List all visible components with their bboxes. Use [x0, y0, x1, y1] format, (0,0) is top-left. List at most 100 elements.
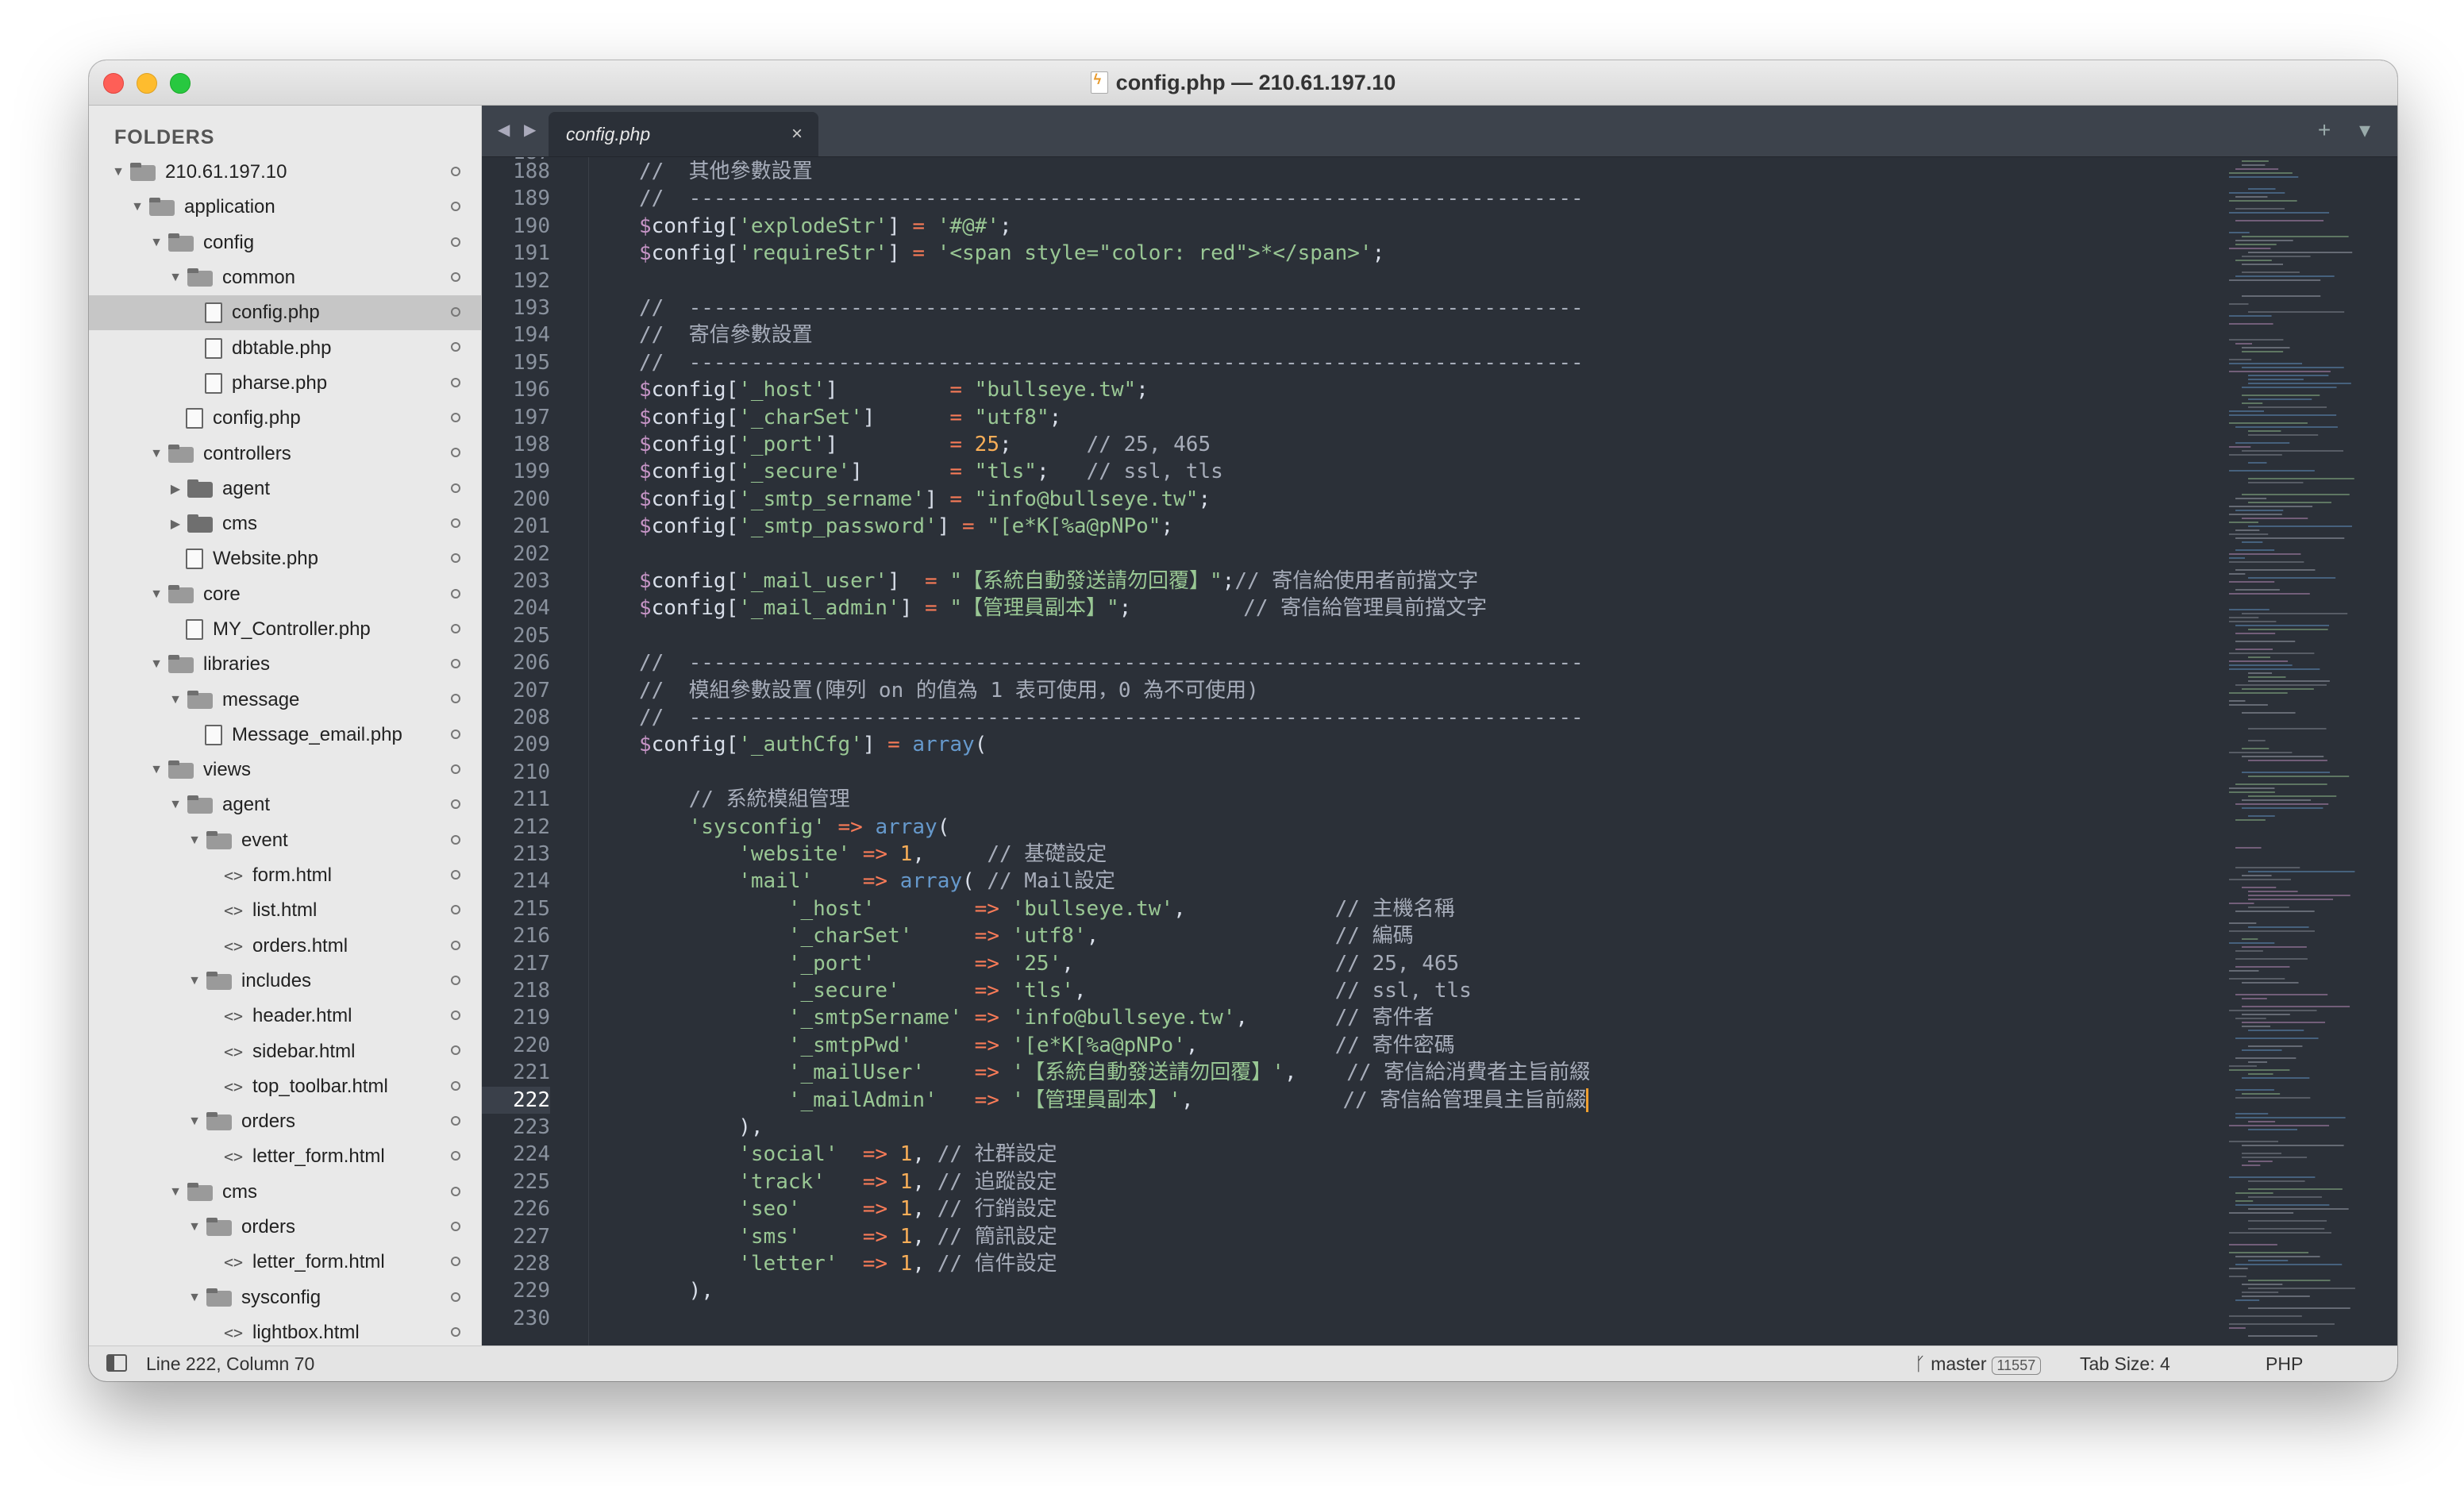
disclosure-open-icon[interactable]: ▼: [187, 974, 202, 988]
code-line[interactable]: 227 'sms' => 1, // 簡訊設定: [482, 1223, 2276, 1250]
code-line[interactable]: 224 'social' => 1, // 社群設定: [482, 1141, 2276, 1168]
code-line[interactable]: 192: [482, 268, 2276, 295]
maximize-window-button[interactable]: [170, 73, 191, 94]
code-line[interactable]: 218 '_secure' => 'tls', // ssl, tls: [482, 977, 2276, 1004]
code-line[interactable]: 211 // 系統模組管理: [482, 786, 2276, 813]
disclosure-closed-icon[interactable]: ▶: [168, 481, 183, 497]
disclosure-open-icon[interactable]: ▼: [187, 833, 202, 848]
tab-size-selector[interactable]: Tab Size: 4: [2080, 1353, 2170, 1375]
tree-file[interactable]: config.php: [89, 401, 481, 436]
code-line[interactable]: 216 '_charSet' => 'utf8', // 編碼: [482, 922, 2276, 949]
tree-file[interactable]: <> form.html: [89, 858, 481, 893]
code-line[interactable]: 204 $config['_mail_admin'] = "【管理員副本】"; /…: [482, 595, 2276, 622]
disclosure-open-icon[interactable]: ▼: [187, 1114, 202, 1129]
code-line[interactable]: 222 '_mailAdmin' => '【管理員副本】', // 寄信給管理員…: [482, 1086, 2276, 1114]
code-line[interactable]: 209 $config['_authCfg'] = array(: [482, 731, 2276, 758]
tree-file[interactable]: <> letter_form.html: [89, 1139, 481, 1174]
tree-folder[interactable]: ▼ includes: [89, 964, 481, 999]
tab-nav-arrows-icon[interactable]: ◀ ▶: [498, 120, 541, 140]
tree-file[interactable]: <> sidebar.html: [89, 1034, 481, 1068]
code-line[interactable]: 191 $config['requireStr'] = '<span style=…: [482, 240, 2276, 267]
code-line[interactable]: 220 '_smtpPwd' => '[e*K[%a@pNPo', // 寄件密…: [482, 1032, 2276, 1059]
code-line[interactable]: 197 $config['_charSet'] = "utf8";: [482, 404, 2276, 431]
tree-folder[interactable]: ▼ event: [89, 823, 481, 858]
syntax-selector[interactable]: PHP: [2266, 1353, 2303, 1375]
code-line[interactable]: 196 $config['_host'] = "bullseye.tw";: [482, 376, 2276, 403]
disclosure-open-icon[interactable]: ▼: [168, 693, 183, 707]
tree-folder[interactable]: ▼ cms: [89, 1175, 481, 1210]
new-tab-and-menu-icon[interactable]: + ▾: [2318, 117, 2381, 143]
tree-file[interactable]: <> lightbox.html: [89, 1315, 481, 1346]
code-line[interactable]: 200 $config['_smtp_sername'] = "info@bull…: [482, 486, 2276, 513]
tree-file[interactable]: dbtable.php: [89, 330, 481, 365]
code-line[interactable]: 217 '_port' => '25', // 25, 465: [482, 950, 2276, 977]
code-line[interactable]: 198 $config['_port'] = 25; // 25, 465: [482, 431, 2276, 458]
tree-file[interactable]: <> list.html: [89, 893, 481, 928]
disclosure-open-icon[interactable]: ▼: [149, 587, 164, 602]
code-line[interactable]: 225 'track' => 1, // 追蹤設定: [482, 1168, 2276, 1195]
code-line[interactable]: 213 'website' => 1, // 基礎設定: [482, 841, 2276, 868]
git-branch[interactable]: ᚴ master 11557: [1915, 1353, 2042, 1375]
tree-folder[interactable]: ▼ views: [89, 753, 481, 787]
code-line[interactable]: 203 $config['_mail_user'] = "【系統自動發送請勿回覆】…: [482, 568, 2276, 595]
disclosure-open-icon[interactable]: ▼: [149, 236, 164, 250]
tree-folder[interactable]: ▼ common: [89, 260, 481, 295]
tree-folder[interactable]: ▶ cms: [89, 506, 481, 541]
disclosure-open-icon[interactable]: ▼: [168, 271, 183, 285]
code-line[interactable]: 210: [482, 759, 2276, 786]
code-line[interactable]: 226 'seo' => 1, // 行銷設定: [482, 1195, 2276, 1222]
code-line[interactable]: 205: [482, 622, 2276, 649]
minimap[interactable]: [2224, 157, 2375, 1346]
code-line[interactable]: 212 'sysconfig' => array(: [482, 814, 2276, 841]
code-line[interactable]: 229 ),: [482, 1277, 2276, 1304]
code-line[interactable]: 207 // 模組參數設置(陣列 on 的值為 1 表可使用，0 為不可使用): [482, 677, 2276, 704]
tab-close-icon[interactable]: ×: [791, 123, 803, 145]
disclosure-open-icon[interactable]: ▼: [149, 763, 164, 777]
tree-file[interactable]: Website.php: [89, 541, 481, 576]
tree-file[interactable]: <> header.html: [89, 999, 481, 1034]
tree-file[interactable]: Message_email.php: [89, 718, 481, 753]
disclosure-open-icon[interactable]: ▼: [111, 165, 125, 179]
code-line[interactable]: 201 $config['_smtp_password'] = "[e*K[%a@…: [482, 513, 2276, 540]
minimize-window-button[interactable]: [137, 73, 157, 94]
disclosure-closed-icon[interactable]: ▶: [168, 516, 183, 532]
code-line[interactable]: 215 '_host' => 'bullseye.tw', // 主機名稱: [482, 895, 2276, 922]
code-line[interactable]: 221 '_mailUser' => '【系統自動發送請勿回覆】', // 寄信…: [482, 1059, 2276, 1086]
tree-folder[interactable]: ▶ agent: [89, 472, 481, 506]
tree-folder[interactable]: ▼ orders: [89, 1210, 481, 1245]
code-line[interactable]: 223 ),: [482, 1114, 2276, 1141]
disclosure-open-icon[interactable]: ▼: [168, 1185, 183, 1199]
toggle-sidebar-icon[interactable]: [106, 1354, 127, 1372]
tree-folder[interactable]: ▼ application: [89, 190, 481, 225]
tree-folder[interactable]: ▼ core: [89, 577, 481, 612]
tree-folder[interactable]: ▼ message: [89, 682, 481, 717]
close-window-button[interactable]: [103, 73, 124, 94]
tab-config-php[interactable]: config.php ×: [549, 112, 818, 156]
tree-folder[interactable]: ▼ sysconfig: [89, 1280, 481, 1315]
code-area[interactable]: 187188// 其他參數設置189// -------------------…: [482, 157, 2276, 1346]
tree-file[interactable]: MY_Controller.php: [89, 612, 481, 647]
code-line[interactable]: 228 'letter' => 1, // 信件設定: [482, 1250, 2276, 1277]
disclosure-open-icon[interactable]: ▼: [149, 657, 164, 672]
tree-folder[interactable]: ▼ 210.61.197.10: [89, 155, 481, 190]
code-line[interactable]: 230: [482, 1305, 2276, 1332]
code-line[interactable]: 189 // ----------------------------------…: [482, 185, 2276, 212]
disclosure-open-icon[interactable]: ▼: [149, 447, 164, 461]
tree-folder[interactable]: ▼ controllers: [89, 436, 481, 471]
tree-file[interactable]: pharse.php: [89, 366, 481, 401]
disclosure-open-icon[interactable]: ▼: [168, 798, 183, 812]
disclosure-open-icon[interactable]: ▼: [187, 1291, 202, 1305]
code-line[interactable]: 193 // ----------------------------------…: [482, 295, 2276, 321]
code-line[interactable]: 199 $config['_secure'] = "tls"; // ssl, t…: [482, 458, 2276, 485]
tree-folder[interactable]: ▼ libraries: [89, 647, 481, 682]
disclosure-open-icon[interactable]: ▼: [187, 1220, 202, 1234]
tree-file[interactable]: <> top_toolbar.html: [89, 1069, 481, 1104]
code-line[interactable]: 208 // ----------------------------------…: [482, 704, 2276, 731]
code-line[interactable]: 190 $config['explodeStr'] = '#@#';: [482, 213, 2276, 240]
tree-folder[interactable]: ▼ agent: [89, 787, 481, 822]
code-line[interactable]: 214 'mail' => array( // Mail設定: [482, 868, 2276, 895]
code-editor[interactable]: 187188// 其他參數設置189// -------------------…: [482, 157, 2397, 1346]
tree-folder[interactable]: ▼ orders: [89, 1104, 481, 1139]
code-line[interactable]: 202: [482, 541, 2276, 568]
code-line[interactable]: 206 // ----------------------------------…: [482, 649, 2276, 676]
